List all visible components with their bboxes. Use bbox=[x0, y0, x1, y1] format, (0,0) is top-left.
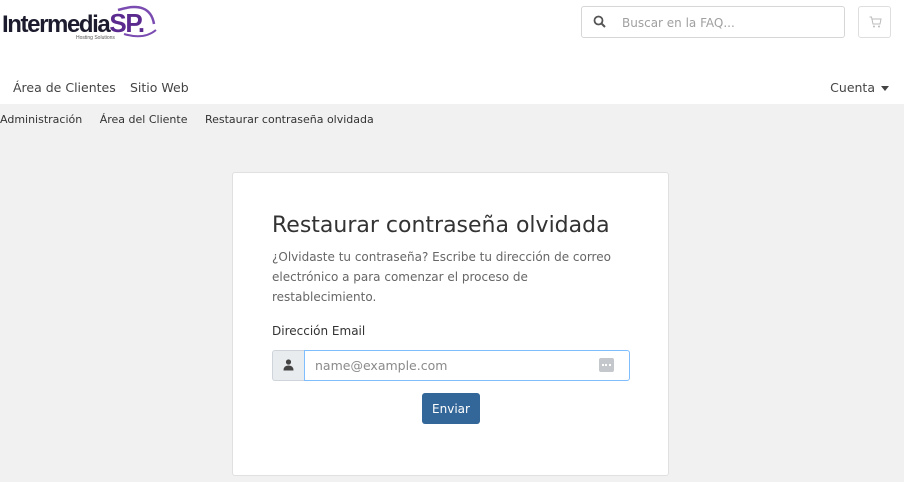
submit-button[interactable]: Enviar bbox=[422, 393, 480, 424]
email-input-group bbox=[272, 350, 630, 381]
breadcrumb-item-admin[interactable]: Administración bbox=[0, 113, 82, 126]
email-label: Dirección Email bbox=[272, 324, 366, 338]
brand-logo[interactable]: IntermediaSP. Hosting Solutions bbox=[2, 4, 162, 42]
password-reset-card: Restaurar contraseña olvidada ¿Olvidaste… bbox=[232, 172, 669, 476]
email-input-addon bbox=[272, 350, 304, 381]
logo-swoosh-icon bbox=[117, 5, 157, 38]
caret-down-icon bbox=[881, 86, 889, 91]
breadcrumb: Administración Área del Cliente Restaura… bbox=[0, 113, 388, 126]
nav-item-website[interactable]: Sitio Web bbox=[130, 80, 189, 95]
main-navigation: Área de Clientes Sitio Web Cuenta bbox=[0, 72, 904, 104]
autofill-icon[interactable] bbox=[599, 358, 614, 372]
account-menu[interactable]: Cuenta bbox=[830, 80, 889, 95]
header: IntermediaSP. Hosting Solutions bbox=[0, 0, 904, 44]
page-title: Restaurar contraseña olvidada bbox=[272, 213, 610, 238]
main-content: Administración Área del Cliente Restaura… bbox=[0, 104, 904, 482]
search-box bbox=[581, 6, 845, 38]
breadcrumb-item-client-area[interactable]: Área del Cliente bbox=[100, 113, 188, 126]
form-description: ¿Olvidaste tu contraseña? Escribe tu dir… bbox=[272, 250, 611, 304]
user-icon bbox=[283, 359, 294, 371]
cart-icon bbox=[869, 16, 882, 28]
nav-item-client-area[interactable]: Área de Clientes bbox=[13, 80, 116, 95]
search-input[interactable] bbox=[622, 13, 832, 33]
account-menu-label: Cuenta bbox=[830, 80, 875, 95]
email-field[interactable] bbox=[304, 350, 630, 381]
breadcrumb-item-current: Restaurar contraseña olvidada bbox=[204, 113, 374, 126]
cart-button[interactable] bbox=[858, 6, 891, 38]
search-icon bbox=[593, 15, 606, 28]
